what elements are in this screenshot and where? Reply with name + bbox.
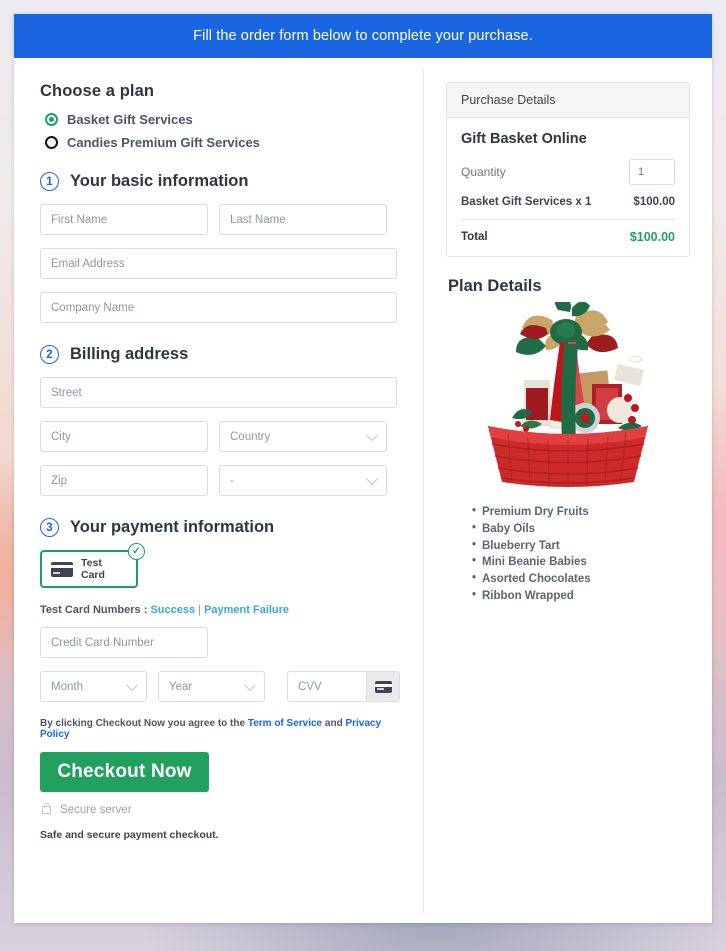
zip-input[interactable]: Zip xyxy=(40,465,208,496)
secure-server-label: Secure server xyxy=(60,804,132,816)
list-item: Asorted Chocolates xyxy=(472,570,690,588)
radio-icon-basket[interactable] xyxy=(45,113,58,126)
state-select[interactable]: - xyxy=(219,465,387,496)
total-label: Total xyxy=(461,231,488,243)
test-card-numbers-row: Test Card Numbers : Success | Payment Fa… xyxy=(40,604,397,616)
safe-checkout-text: Safe and secure payment checkout. xyxy=(40,829,219,841)
state-select-value: - xyxy=(230,474,234,487)
chevron-down-icon xyxy=(126,679,138,691)
purchase-details-header: Purchase Details xyxy=(447,83,689,118)
total-value: $100.00 xyxy=(629,230,675,244)
checkout-card: Fill the order form below to complete yo… xyxy=(14,14,712,923)
expiry-year-value: Year xyxy=(169,680,193,693)
list-item: Premium Dry Fruits xyxy=(472,503,690,521)
banner: Fill the order form below to complete yo… xyxy=(14,14,712,58)
quantity-label: Quantity xyxy=(461,165,506,179)
payment-failure-link[interactable]: Payment Failure xyxy=(204,604,289,616)
line-item-row: Basket Gift Services x 1 $100.00 xyxy=(461,196,675,219)
step-number-1: 1 xyxy=(40,172,59,191)
product-title: Gift Basket Online xyxy=(461,131,587,147)
checkout-now-button[interactable]: Checkout Now xyxy=(40,752,209,792)
radio-icon-candies[interactable] xyxy=(45,136,58,149)
step-number-2: 2 xyxy=(40,345,59,364)
quantity-input[interactable]: 1 xyxy=(629,159,675,185)
chevron-down-icon xyxy=(366,473,378,485)
list-item: Blueberry Tart xyxy=(472,537,690,555)
plan-option-basket[interactable]: Basket Gift Services xyxy=(40,112,397,127)
chevron-down-icon xyxy=(244,679,256,691)
plan-details-title: Plan Details xyxy=(448,277,542,295)
plan-option-candies[interactable]: Candies Premium Gift Services xyxy=(40,135,397,150)
first-name-input[interactable]: First Name xyxy=(40,204,208,235)
list-item: Ribbon Wrapped xyxy=(472,587,690,605)
purchase-details-box: Purchase Details Gift Basket Online Quan… xyxy=(446,82,690,257)
credit-card-number-input[interactable]: Credit Card Number xyxy=(40,627,208,658)
step-title-billing: Billing address xyxy=(70,345,189,363)
gift-basket-image xyxy=(446,302,690,492)
expiry-year-select[interactable]: Year xyxy=(158,671,265,702)
terms-prefix: By clicking Checkout Now you agree to th… xyxy=(40,718,248,729)
test-card-option-label: Test Card xyxy=(81,557,105,581)
step-billing-address: 2 Billing address xyxy=(40,345,397,364)
order-form-column: Choose a plan Basket Gift Services Candi… xyxy=(14,58,423,923)
purchase-summary-column: Purchase Details Gift Basket Online Quan… xyxy=(424,58,712,923)
country-select-value: Country xyxy=(230,430,271,443)
city-input[interactable]: City xyxy=(40,421,208,452)
banner-text: Fill the order form below to complete yo… xyxy=(193,28,533,44)
total-row: Total $100.00 xyxy=(461,219,675,244)
street-input[interactable]: Street xyxy=(40,377,397,408)
terms-text: By clicking Checkout Now you agree to th… xyxy=(40,718,397,740)
secure-server-row: Secure server xyxy=(42,802,397,816)
check-circle-icon: ✓ xyxy=(128,543,145,560)
step-basic-information: 1 Your basic information xyxy=(40,172,397,191)
page-background: Fill the order form below to complete yo… xyxy=(0,0,726,951)
line-item-value: $100.00 xyxy=(633,196,675,208)
country-select[interactable]: Country xyxy=(219,421,387,452)
cvv-help-button[interactable] xyxy=(367,671,400,702)
card-back-icon xyxy=(374,680,392,693)
line-item-label: Basket Gift Services x 1 xyxy=(461,196,592,208)
last-name-input[interactable]: Last Name xyxy=(219,204,387,235)
test-card-numbers-prefix: Test Card Numbers : xyxy=(40,604,151,616)
success-link[interactable]: Success xyxy=(150,604,195,616)
step-number-3: 3 xyxy=(40,518,59,537)
lock-icon xyxy=(42,802,51,814)
expiry-month-value: Month xyxy=(51,680,83,693)
gift-basket-illustration xyxy=(488,302,648,488)
plan-features-list: Premium Dry Fruits Baby Oils Blueberry T… xyxy=(446,503,690,605)
list-item: Mini Beanie Babies xyxy=(472,553,690,571)
terms-of-service-link[interactable]: Term of Service xyxy=(248,718,322,729)
quantity-row: Quantity 1 xyxy=(461,159,675,185)
step-title-basic: Your basic information xyxy=(70,172,249,190)
plan-option-candies-label: Candies Premium Gift Services xyxy=(67,135,260,150)
credit-card-icon xyxy=(51,561,73,577)
link-separator: | xyxy=(195,604,205,616)
choose-plan-heading: Choose a plan xyxy=(40,82,155,100)
company-name-input[interactable]: Company Name xyxy=(40,292,397,323)
terms-middle: and xyxy=(322,718,346,729)
step-payment-information: 3 Your payment information xyxy=(40,518,397,537)
chevron-down-icon xyxy=(366,429,378,441)
plan-option-basket-label: Basket Gift Services xyxy=(67,112,193,127)
step-title-payment: Your payment information xyxy=(70,518,275,536)
expiry-month-select[interactable]: Month xyxy=(40,671,147,702)
test-card-option[interactable]: Test Card ✓ xyxy=(40,543,145,588)
list-item: Baby Oils xyxy=(472,520,690,538)
cvv-input[interactable]: CVV xyxy=(287,671,367,702)
email-input[interactable]: Email Address xyxy=(40,248,397,279)
